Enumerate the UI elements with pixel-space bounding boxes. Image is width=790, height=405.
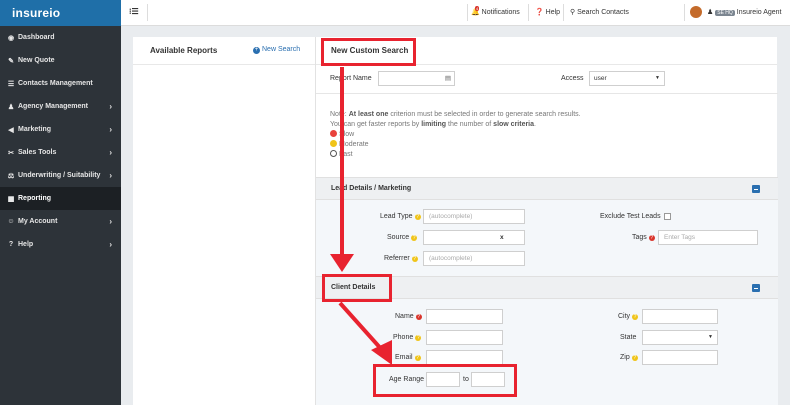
- annotation-arrowhead: [330, 254, 354, 272]
- annotation-arrow-line: [338, 301, 385, 353]
- annotation-arrows: [330, 67, 392, 365]
